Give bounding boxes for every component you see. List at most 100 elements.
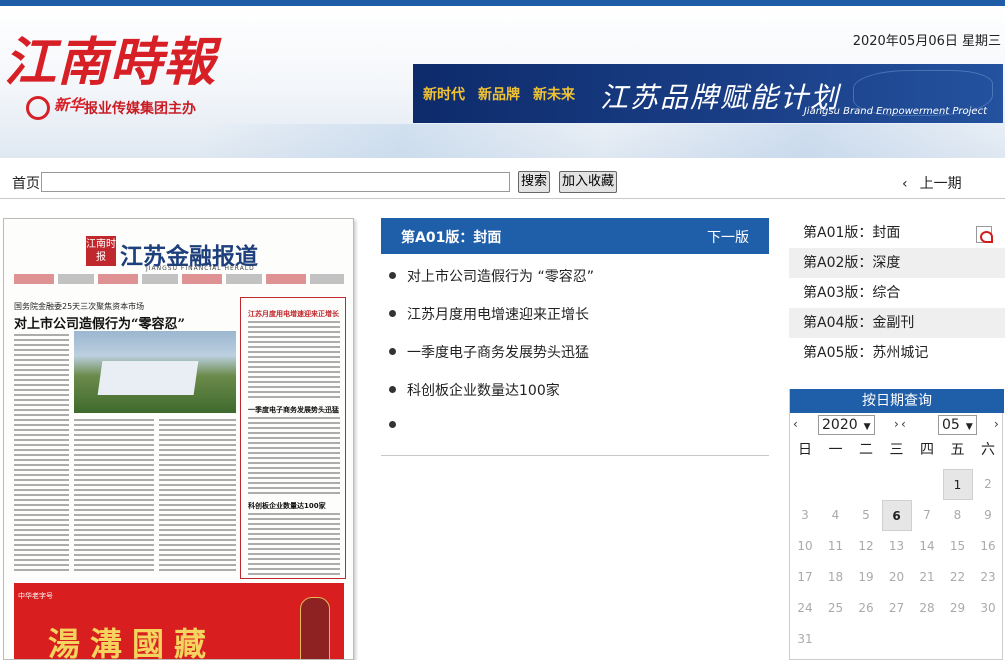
article-title: 江苏月度用电增速迎来正增长	[407, 307, 589, 323]
thumb-headline[interactable]: 对上市公司造假行为“零容忍”	[14, 313, 185, 332]
page-thumbnail[interactable]: 江南时报 江苏金融报道 JIANGSU FINANCIAL HERALD 国务院…	[3, 218, 354, 660]
month-value: 05	[942, 417, 960, 433]
masthead-logo: 江南时报	[86, 236, 116, 266]
logo-title: 江南時報	[4, 32, 217, 93]
year-select[interactable]: 2020 ▼	[818, 415, 875, 435]
weekday-header: 六	[981, 442, 995, 458]
weekday-header: 二	[859, 442, 873, 458]
prev-year-arrow-icon[interactable]: ‹	[793, 417, 798, 431]
page-item[interactable]: 第A01版：封面	[789, 218, 1005, 248]
page-label: 第A03版：综合	[803, 285, 901, 301]
site-header: 江南時報 新华 报业传媒集团主办 2020年05月06日 星期三 新时代 新品牌…	[0, 6, 1005, 158]
calendar-day: 15	[949, 539, 966, 553]
weekday-header: 五	[950, 442, 965, 458]
banner-english: Jiangsu Brand Empowerment Project	[803, 106, 987, 117]
nav-bar: 首页 搜索 加入收藏 ‹ 上一期	[0, 167, 1005, 199]
thumb-box-head[interactable]: 江苏月度用电增速迎来正增长	[248, 309, 339, 319]
weekday-header: 一	[828, 442, 843, 458]
article-item[interactable]: 科创板企业数量达100家	[389, 380, 560, 400]
bullet-icon	[389, 420, 396, 428]
thumb-photo	[74, 331, 236, 413]
search-input[interactable]	[41, 172, 510, 192]
caret-down-icon: ▼	[863, 422, 871, 432]
add-favorite-button[interactable]: 加入收藏	[559, 171, 618, 193]
search-button[interactable]: 搜索	[518, 171, 551, 193]
weekday-header: 三	[889, 442, 904, 458]
thumb-sub-1[interactable]: 一季度电子商务发展势头迅猛	[248, 405, 339, 415]
brand-banner[interactable]: 新时代 新品牌 新未来 江苏品牌赋能计划 Jiangsu Brand Empow…	[413, 64, 1003, 123]
thumb-text-column	[248, 513, 340, 575]
weekday-header: 四	[920, 442, 934, 458]
calendar-day: 4	[831, 508, 840, 522]
edition-header: 第A01版：封面 下一版	[381, 218, 769, 254]
calendar-day: 2	[984, 477, 992, 491]
article-item[interactable]	[389, 418, 407, 434]
article-list: 对上市公司造假行为 “零容忍” 江苏月度用电增速迎来正增长 一季度电子商务发展势…	[381, 256, 769, 456]
calendar-day: 23	[980, 570, 996, 584]
prev-issue-label: 上一期	[919, 176, 962, 192]
page-item[interactable]: 第A03版：综合	[789, 278, 1005, 308]
calendar-title: 按日期查询	[790, 389, 1004, 413]
page-label: 第A01版：封面	[803, 225, 901, 241]
prev-month-arrow-icon[interactable]: ‹	[901, 417, 906, 431]
thumb-text-column	[14, 334, 69, 574]
next-year-arrow-icon[interactable]: ›	[894, 417, 899, 431]
page-item[interactable]: 第A05版：苏州城记	[789, 338, 1005, 368]
page-label: 第A02版：深度	[803, 255, 901, 271]
banner-tag-1: 新时代	[423, 87, 465, 103]
thumb-text-column	[74, 419, 154, 574]
calendar-day[interactable]: 6	[881, 500, 912, 531]
calendar-day: 19	[858, 570, 874, 584]
banner-tag-2: 新品牌	[478, 87, 520, 103]
logo-subtitle: 报业传媒集团主办	[84, 101, 196, 117]
page-list: 第A01版：封面 第A02版：深度 第A03版：综合 第A04版：金副刊 第A0…	[789, 218, 1005, 368]
next-edition-link[interactable]: 下一版	[707, 227, 749, 247]
thumb-text-column	[248, 321, 340, 401]
calendar-day: 13	[888, 539, 905, 553]
bullet-icon	[389, 271, 396, 279]
caret-down-icon: ▼	[965, 422, 973, 432]
article-title: 对上市公司造假行为 “零容忍”	[407, 269, 594, 285]
home-link[interactable]: 首页	[12, 173, 40, 193]
article-item[interactable]: 一季度电子商务发展势头迅猛	[389, 342, 589, 362]
calendar-day: 5	[862, 508, 870, 522]
site-logo[interactable]: 江南時報 新华 报业传媒集团主办	[4, 32, 219, 122]
bottle-icon	[300, 597, 330, 659]
xinhua-emblem-icon	[26, 96, 50, 120]
page-item[interactable]: 第A04版：金副刊	[789, 308, 1005, 338]
article-item[interactable]: 对上市公司造假行为 “零容忍”	[389, 266, 594, 286]
calendar-day: 27	[888, 601, 905, 615]
calendar-day: 12	[858, 539, 874, 553]
article-item[interactable]: 江苏月度用电增速迎来正增长	[389, 304, 589, 324]
thumb-text-column	[248, 417, 340, 497]
bullet-icon	[389, 385, 396, 393]
banner-tag-3: 新未来	[533, 87, 575, 103]
month-select[interactable]: 05 ▼	[938, 415, 977, 435]
calendar-day: 24	[797, 601, 813, 615]
prev-issue-link[interactable]: ‹ 上一期	[902, 173, 962, 193]
issue-date: 2020年05月06日 星期三	[852, 34, 1001, 49]
chevron-left-icon: ‹	[902, 176, 908, 192]
calendar-day: 18	[827, 570, 844, 584]
calendar-day: 26	[858, 601, 874, 615]
calendar-day: 20	[888, 570, 905, 584]
next-month-arrow-icon[interactable]: ›	[994, 417, 999, 431]
article-title: 一季度电子商务发展势头迅猛	[407, 345, 589, 361]
thumb-sub-2[interactable]: 科创板企业数量达100家	[248, 501, 326, 511]
year-value: 2020	[822, 417, 858, 433]
pdf-icon[interactable]	[976, 226, 993, 243]
calendar-day: 29	[949, 601, 966, 615]
bullet-icon	[389, 347, 396, 355]
date-calendar: 按日期查询 ‹ 2020 ▼ › ‹ 05 ▼ › 日一二三四五六123456789…	[789, 389, 1004, 660]
weekday-header: 日	[798, 442, 812, 458]
page-item[interactable]: 第A02版：深度	[789, 248, 1005, 278]
calendar-day: 7	[923, 508, 931, 522]
calendar-day: 16	[980, 539, 996, 553]
thumb-text-column	[159, 419, 236, 574]
edition-title: 第A01版：封面	[401, 230, 502, 246]
calendar-day: 10	[797, 539, 813, 553]
logo-brand: 新华	[54, 96, 85, 114]
calendar-selectors: ‹ 2020 ▼ › ‹ 05 ▼ ›	[790, 415, 1004, 437]
calendar-day[interactable]: 1	[942, 469, 973, 500]
calendar-day: 28	[919, 601, 935, 615]
